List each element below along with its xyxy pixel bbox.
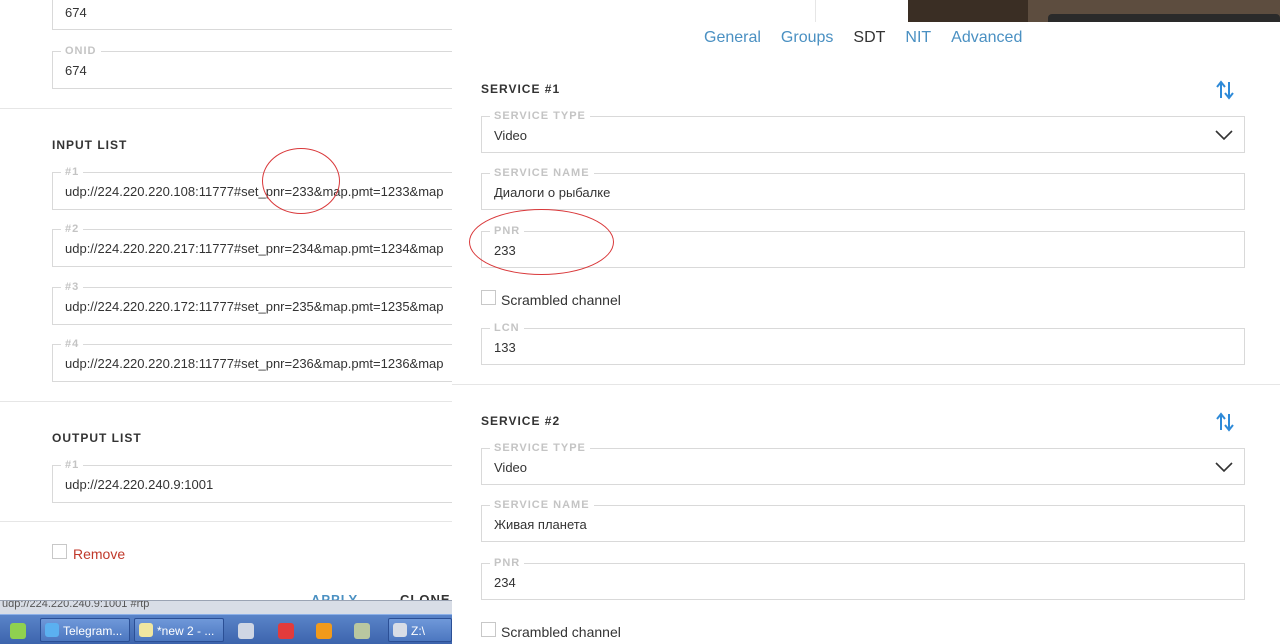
divider — [0, 401, 452, 402]
taskbar-button-label: Telegram... — [63, 624, 123, 638]
apply-button[interactable]: APPLY — [311, 592, 358, 600]
taskbar-button-drive[interactable]: Z:\ — [388, 618, 452, 642]
reorder-icon[interactable] — [1215, 79, 1235, 101]
drive-icon — [393, 623, 407, 637]
taskbar-button-notepad[interactable]: *new 2 - ... — [134, 618, 224, 642]
taskbar-button-telegram[interactable]: Telegram... — [40, 618, 130, 642]
tab-bar: General Groups SDT NIT Advanced — [704, 29, 1022, 47]
scrambled-label: Scrambled channel — [501, 624, 621, 640]
input-list-item[interactable]: #3 udp://224.220.220.172:11777#set_pnr=2… — [52, 281, 452, 325]
divider — [0, 108, 452, 109]
output-list-item[interactable]: #1 udp://224.220.240.9:1001 — [52, 459, 452, 503]
lcn-value: 133 — [494, 340, 516, 355]
address-bar: udp://224.220.240.9:1001 #rtp — [0, 600, 452, 614]
chevron-down-icon — [1215, 130, 1233, 141]
stream-settings-panel: 674 ONID 674 INPUT LIST #1 udp://224.220… — [0, 0, 452, 600]
divider — [452, 384, 1280, 385]
network-icon[interactable] — [238, 623, 254, 639]
refresh-icon[interactable] — [10, 623, 26, 639]
scrambled-checkbox[interactable] — [481, 622, 496, 637]
input-list-item[interactable]: #4 udp://224.220.220.218:11777#set_pnr=2… — [52, 338, 452, 382]
onid-field[interactable]: ONID 674 — [52, 45, 452, 89]
input-item-label: #1 — [61, 166, 84, 178]
reorder-icon[interactable] — [1215, 411, 1235, 433]
onid-label: ONID — [61, 45, 101, 57]
tab-general[interactable]: General — [704, 29, 761, 47]
service-name-label: SERVICE NAME — [490, 499, 594, 511]
divider — [0, 521, 452, 522]
taskbar-button-label: Z:\ — [411, 624, 425, 638]
chevron-down-icon — [1215, 462, 1233, 473]
tsid-field[interactable]: 674 — [52, 0, 452, 30]
remove-checkbox[interactable] — [52, 544, 67, 559]
output-list-title: OUTPUT LIST — [52, 431, 142, 445]
onid-value: 674 — [65, 63, 87, 78]
remove-label: Remove — [73, 546, 126, 562]
pnr-field[interactable]: PNR 234 — [481, 557, 1245, 600]
output-item-label: #1 — [61, 459, 84, 471]
notepad-icon — [139, 623, 153, 637]
pnr-field[interactable]: PNR 233 — [481, 225, 1245, 268]
service-name-value: Диалоги о рыбалке — [494, 185, 611, 200]
pnr-label: PNR — [490, 225, 525, 237]
tab-sdt[interactable]: SDT — [853, 29, 885, 47]
input-item-value: udp://224.220.220.218:11777#set_pnr=236&… — [65, 356, 444, 371]
clone-button[interactable]: CLONE — [400, 592, 451, 600]
input-item-value: udp://224.220.220.217:11777#set_pnr=234&… — [65, 241, 444, 256]
input-list-item[interactable]: #1 udp://224.220.220.108:11777#set_pnr=2… — [52, 166, 452, 210]
input-item-label: #2 — [61, 223, 84, 235]
lcn-field[interactable]: LCN 133 — [481, 322, 1245, 365]
input-list-item[interactable]: #2 udp://224.220.220.217:11777#set_pnr=2… — [52, 223, 452, 267]
service-name-value: Живая планета — [494, 517, 587, 532]
record-icon[interactable] — [278, 623, 294, 639]
scrambled-label: Scrambled channel — [501, 292, 621, 308]
service-type-value: Video — [494, 128, 528, 143]
service-type-select[interactable]: SERVICE TYPE Video — [481, 110, 1245, 153]
task-strip: Telegram... *new 2 - ... Z:\ — [0, 614, 452, 644]
globe-icon — [45, 623, 59, 637]
windows-taskbar: udp://224.220.240.9:1001 #rtp Telegram..… — [0, 600, 452, 644]
output-item-value: udp://224.220.240.9:1001 — [65, 477, 214, 492]
service-type-value: Video — [494, 460, 528, 475]
background-photo — [908, 0, 1280, 22]
sdt-settings-panel: General Groups SDT NIT Advanced SERVICE … — [452, 0, 1280, 644]
service-name-field[interactable]: SERVICE NAME Диалоги о рыбалке — [481, 167, 1245, 210]
input-item-label: #4 — [61, 338, 84, 350]
tab-advanced[interactable]: Advanced — [951, 29, 1022, 47]
service-type-label: SERVICE TYPE — [490, 442, 590, 454]
address-text: udp://224.220.240.9:1001 #rtp — [2, 600, 150, 610]
service-name-field[interactable]: SERVICE NAME Живая планета — [481, 499, 1245, 542]
tab-nit[interactable]: NIT — [905, 29, 931, 47]
divider — [815, 0, 816, 22]
service-title: SERVICE #1 — [481, 82, 561, 96]
service-type-label: SERVICE TYPE — [490, 110, 590, 122]
tab-groups[interactable]: Groups — [781, 29, 833, 47]
pnr-label: PNR — [490, 557, 525, 569]
input-list-title: INPUT LIST — [52, 138, 128, 152]
pnr-value: 234 — [494, 575, 516, 590]
taskbar-button-label: *new 2 - ... — [157, 624, 215, 638]
service-type-select[interactable]: SERVICE TYPE Video — [481, 442, 1245, 485]
service-title: SERVICE #2 — [481, 414, 561, 428]
input-item-value: udp://224.220.220.172:11777#set_pnr=235&… — [65, 299, 444, 314]
scrambled-checkbox[interactable] — [481, 290, 496, 305]
input-item-label: #3 — [61, 281, 84, 293]
lcn-label: LCN — [490, 322, 524, 334]
vlc-icon[interactable] — [316, 623, 332, 639]
service-name-label: SERVICE NAME — [490, 167, 594, 179]
tsid-value: 674 — [65, 5, 87, 20]
tool-icon[interactable] — [354, 623, 370, 639]
pnr-value: 233 — [494, 243, 516, 258]
input-item-value: udp://224.220.220.108:11777#set_pnr=233&… — [65, 184, 444, 199]
